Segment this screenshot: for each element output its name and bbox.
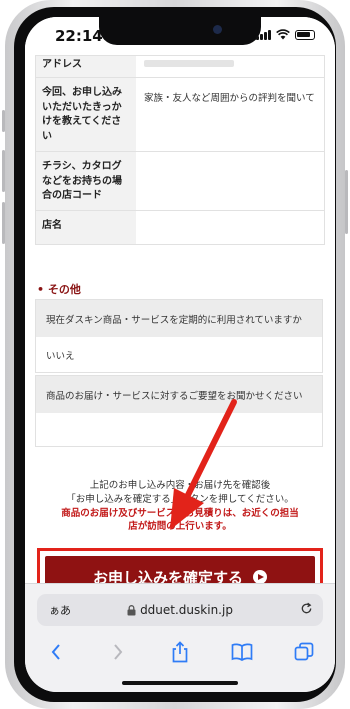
table-row: 店名	[36, 210, 324, 244]
chevron-right-icon	[114, 644, 123, 660]
row-value	[136, 152, 324, 210]
power-button	[345, 170, 348, 234]
row-label: 店名	[36, 211, 136, 244]
note-warning: 店が訪問の上行います。	[128, 521, 232, 533]
redacted-value	[144, 60, 234, 67]
camera-icon	[213, 25, 222, 34]
question-label: 商品のお届け・サービスに対するご要望をお聞かせください	[36, 376, 322, 413]
silent-switch	[2, 110, 5, 132]
url-text: dduet.duskin.jp	[140, 603, 233, 617]
table-row: アドレス	[36, 56, 324, 77]
address-bar[interactable]: ぁあ dduet.duskin.jp	[37, 594, 323, 626]
home-indicator	[122, 681, 238, 685]
volume-down-button	[2, 202, 5, 244]
reload-icon[interactable]	[300, 602, 313, 615]
url-display: dduet.duskin.jp	[37, 603, 323, 617]
notch	[99, 17, 261, 45]
back-button[interactable]	[42, 638, 70, 666]
share-button[interactable]	[166, 638, 194, 666]
browser-toolbar	[25, 632, 335, 672]
answer-value	[36, 413, 322, 446]
volume-up-button	[2, 150, 5, 192]
answer-value: いいえ	[36, 337, 322, 372]
battery-icon	[295, 30, 315, 40]
row-label: アドレス	[36, 56, 136, 77]
row-value	[136, 56, 324, 77]
browser-chrome: ぁあ dduet.duskin.jp	[25, 583, 335, 692]
wifi-icon	[276, 29, 290, 40]
row-value	[136, 211, 324, 244]
forward-button[interactable]	[104, 638, 132, 666]
table-row: チラシ、カタログなどをお持ちの場合の店コード	[36, 151, 324, 210]
note-warning: 商品のお届け及びサービスのお見積りは、お近くの担当	[61, 507, 299, 519]
signal-icon	[256, 29, 271, 40]
phone-screen: アドレス 今回、お申し込みいただいたきっかけを教えてください 家族・友人など周囲…	[25, 17, 335, 692]
question-block-2: 商品のお届け・サービスに対するご要望をお聞かせください	[35, 375, 323, 447]
confirm-note: 上記のお申し込み内容・お届け先を確認後 「お申し込みを確定する」ボタンを押してく…	[45, 479, 315, 534]
table-row: 今回、お申し込みいただいたきっかけを教えてください 家族・友人など周囲からの評判…	[36, 77, 324, 151]
status-bar: 22:14	[25, 17, 335, 55]
section-title-other: • その他	[37, 283, 81, 296]
bookmarks-button[interactable]	[228, 638, 256, 666]
form-summary-table: アドレス 今回、お申し込みいただいたきっかけを教えてください 家族・友人など周囲…	[35, 55, 325, 245]
chevron-left-icon	[51, 644, 60, 660]
share-icon	[172, 641, 188, 663]
note-line: 上記のお申し込み内容・お届け先を確認後	[89, 480, 271, 491]
question-block-1: 現在ダスキン商品・サービスを定期的に利用されていますか いいえ	[35, 299, 323, 373]
note-line: 「お申し込みを確定する」ボタンを押してください。	[66, 493, 294, 505]
row-label: チラシ、カタログなどをお持ちの場合の店コード	[36, 152, 136, 210]
row-value: 家族・友人など周囲からの評判を聞いて	[144, 93, 315, 104]
lock-icon	[127, 604, 136, 615]
tabs-button[interactable]	[290, 638, 318, 666]
tabs-icon	[294, 642, 314, 661]
status-time: 22:14	[55, 27, 103, 45]
book-icon	[231, 643, 253, 661]
status-icons	[256, 29, 315, 40]
question-label: 現在ダスキン商品・サービスを定期的に利用されていますか	[36, 300, 322, 337]
phone-frame: アドレス 今回、お申し込みいただいたきっかけを教えてください 家族・友人など周囲…	[2, 0, 348, 709]
row-label: 今回、お申し込みいただいたきっかけを教えてください	[36, 78, 136, 151]
play-circle-icon	[253, 570, 267, 584]
